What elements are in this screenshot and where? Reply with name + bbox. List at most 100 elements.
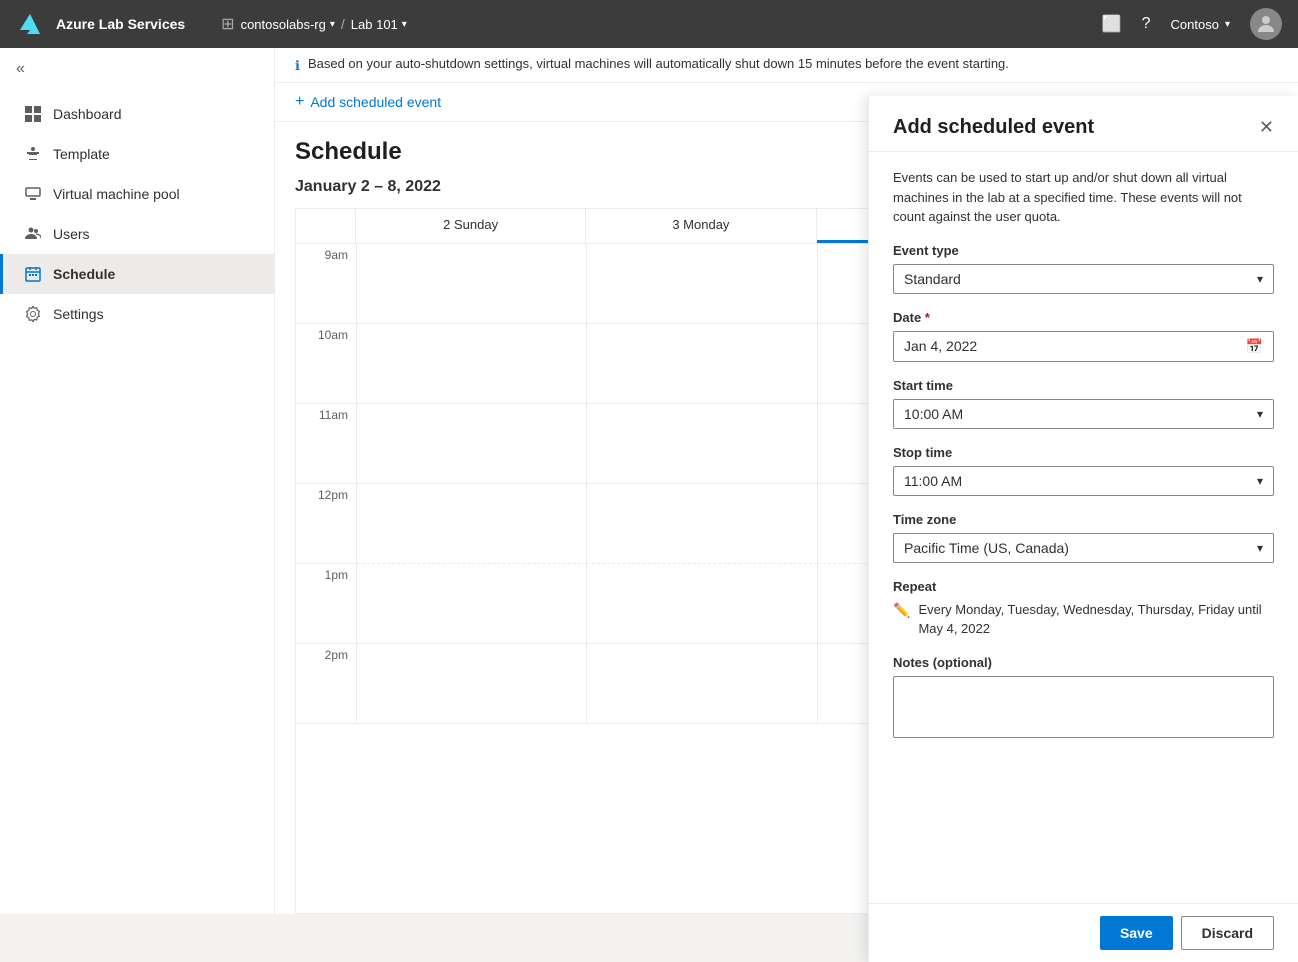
repeat-section: ✏️ Every Monday, Tuesday, Wednesday, Thu…: [893, 600, 1274, 639]
chevron-down-icon: ▾: [1257, 272, 1263, 286]
avatar[interactable]: [1250, 8, 1282, 40]
stop-time-field: Stop time 11:00 AM ▾: [893, 445, 1274, 496]
cal-slot-mon-1: [587, 564, 816, 644]
breadcrumb-lab[interactable]: Lab 101 ▾: [351, 17, 407, 32]
start-time-value: 10:00 AM: [904, 406, 963, 422]
info-icon: ℹ: [295, 58, 300, 74]
sidebar-item-users[interactable]: Users: [0, 214, 274, 254]
edit-repeat-icon[interactable]: ✏️: [893, 602, 910, 619]
vm-pool-icon: [23, 184, 43, 204]
timezone-field: Time zone Pacific Time (US, Canada) ▾: [893, 512, 1274, 563]
time-2pm: 2pm: [296, 644, 356, 724]
repeat-label: Repeat: [893, 579, 1274, 594]
cal-time-col: 9am 10am 11am 12pm 1pm 2pm: [296, 244, 356, 724]
panel-close-button[interactable]: ✕: [1259, 117, 1274, 138]
help-icon[interactable]: ?: [1142, 15, 1151, 33]
event-type-field: Event type Standard ▾: [893, 243, 1274, 294]
required-indicator: *: [925, 310, 930, 325]
settings-icon: [23, 304, 43, 324]
start-time-select[interactable]: 10:00 AM ▾: [893, 399, 1274, 429]
topbar: Azure Lab Services ⊞ contosolabs-rg ▾ / …: [0, 0, 1298, 48]
sidebar-label-settings: Settings: [53, 306, 104, 322]
cal-col-sunday: 2 Sunday: [356, 209, 586, 243]
stop-time-value: 11:00 AM: [904, 473, 962, 489]
cal-slot-sun-12: [357, 484, 586, 564]
notes-label: Notes (optional): [893, 655, 1274, 670]
cal-day-monday: [586, 244, 816, 724]
sidebar-item-settings[interactable]: Settings: [0, 294, 274, 334]
panel-header: Add scheduled event ✕: [869, 96, 1298, 152]
time-9am: 9am: [296, 244, 356, 324]
panel-description: Events can be used to start up and/or sh…: [893, 168, 1274, 227]
notes-field: Notes (optional): [893, 655, 1274, 738]
cal-slot-sun-2: [357, 644, 586, 724]
sidebar-label-users: Users: [53, 226, 90, 242]
chevron-down-icon: ▾: [1257, 541, 1263, 555]
cal-time-header: [296, 209, 356, 243]
timezone-label: Time zone: [893, 512, 1274, 527]
sidebar: « Dashboard Template Vi: [0, 48, 275, 914]
start-time-label: Start time: [893, 378, 1274, 393]
sidebar-item-template[interactable]: Template: [0, 134, 274, 174]
template-icon: [23, 144, 43, 164]
stop-time-select[interactable]: 11:00 AM ▾: [893, 466, 1274, 496]
add-event-panel: Add scheduled event ✕ Events can be used…: [868, 96, 1298, 962]
cal-col-monday: 3 Monday: [586, 209, 816, 243]
cal-slot-mon-9: [587, 244, 816, 324]
info-text: Based on your auto-shutdown settings, vi…: [308, 56, 1009, 71]
breadcrumb-separator: /: [341, 16, 345, 32]
sidebar-collapse-button[interactable]: «: [16, 60, 25, 78]
cal-slot-sun-10: [357, 324, 586, 404]
cal-slot-mon-11: [587, 404, 816, 484]
cal-slot-sun-1: [357, 564, 586, 644]
sidebar-nav: Dashboard Template Virtual machine pool: [0, 90, 274, 338]
date-input[interactable]: Jan 4, 2022 📅: [893, 331, 1274, 362]
topbar-right: ⬜ ? Contoso ▾: [1102, 8, 1282, 40]
chevron-down-icon: ▾: [1257, 474, 1263, 488]
date-value: Jan 4, 2022: [904, 338, 977, 354]
time-10am: 10am: [296, 324, 356, 404]
date-field: Date * Jan 4, 2022 📅: [893, 310, 1274, 362]
start-time-field: Start time 10:00 AM ▾: [893, 378, 1274, 429]
info-bar: ℹ Based on your auto-shutdown settings, …: [275, 48, 1298, 83]
user-menu[interactable]: Contoso ▾: [1171, 17, 1230, 32]
cal-slot-sun-9: [357, 244, 586, 324]
notes-input[interactable]: [893, 676, 1274, 738]
chevron-down-icon: ▾: [1257, 407, 1263, 421]
save-button[interactable]: Save: [1100, 916, 1173, 950]
app-logo: [16, 10, 44, 38]
add-scheduled-event-button[interactable]: + Add scheduled event: [295, 93, 441, 111]
breadcrumb: ⊞ contosolabs-rg ▾ / Lab 101 ▾: [221, 14, 407, 34]
timezone-value: Pacific Time (US, Canada): [904, 540, 1069, 556]
panel-title: Add scheduled event: [893, 116, 1094, 139]
sidebar-collapse: «: [0, 48, 274, 90]
dashboard-icon: [23, 104, 43, 124]
monitor-icon[interactable]: ⬜: [1102, 14, 1122, 34]
sidebar-item-vm-pool[interactable]: Virtual machine pool: [0, 174, 274, 214]
panel-body: Events can be used to start up and/or sh…: [869, 152, 1298, 903]
time-1pm: 1pm: [296, 564, 356, 644]
sidebar-label-vm-pool: Virtual machine pool: [53, 186, 180, 202]
plus-icon: +: [295, 93, 304, 111]
sidebar-item-schedule[interactable]: Schedule: [0, 254, 274, 294]
sidebar-label-schedule: Schedule: [53, 266, 115, 282]
cal-slot-mon-10: [587, 324, 816, 404]
app-title: Azure Lab Services: [56, 16, 185, 32]
discard-button[interactable]: Discard: [1181, 916, 1274, 950]
cal-slot-sun-11: [357, 404, 586, 484]
timezone-select[interactable]: Pacific Time (US, Canada) ▾: [893, 533, 1274, 563]
cal-slot-mon-2: [587, 644, 816, 724]
event-type-label: Event type: [893, 243, 1274, 258]
calendar-icon: 📅: [1246, 338, 1263, 355]
stop-time-label: Stop time: [893, 445, 1274, 460]
sidebar-label-dashboard: Dashboard: [53, 106, 122, 122]
time-11am: 11am: [296, 404, 356, 484]
repeat-text: Every Monday, Tuesday, Wednesday, Thursd…: [918, 600, 1274, 639]
date-label: Date *: [893, 310, 1274, 325]
breadcrumb-resource-group[interactable]: contosolabs-rg ▾: [241, 17, 335, 32]
sidebar-label-template: Template: [53, 146, 110, 162]
panel-footer: Save Discard: [869, 903, 1298, 962]
event-type-select[interactable]: Standard ▾: [893, 264, 1274, 294]
sidebar-item-dashboard[interactable]: Dashboard: [0, 94, 274, 134]
users-icon: [23, 224, 43, 244]
